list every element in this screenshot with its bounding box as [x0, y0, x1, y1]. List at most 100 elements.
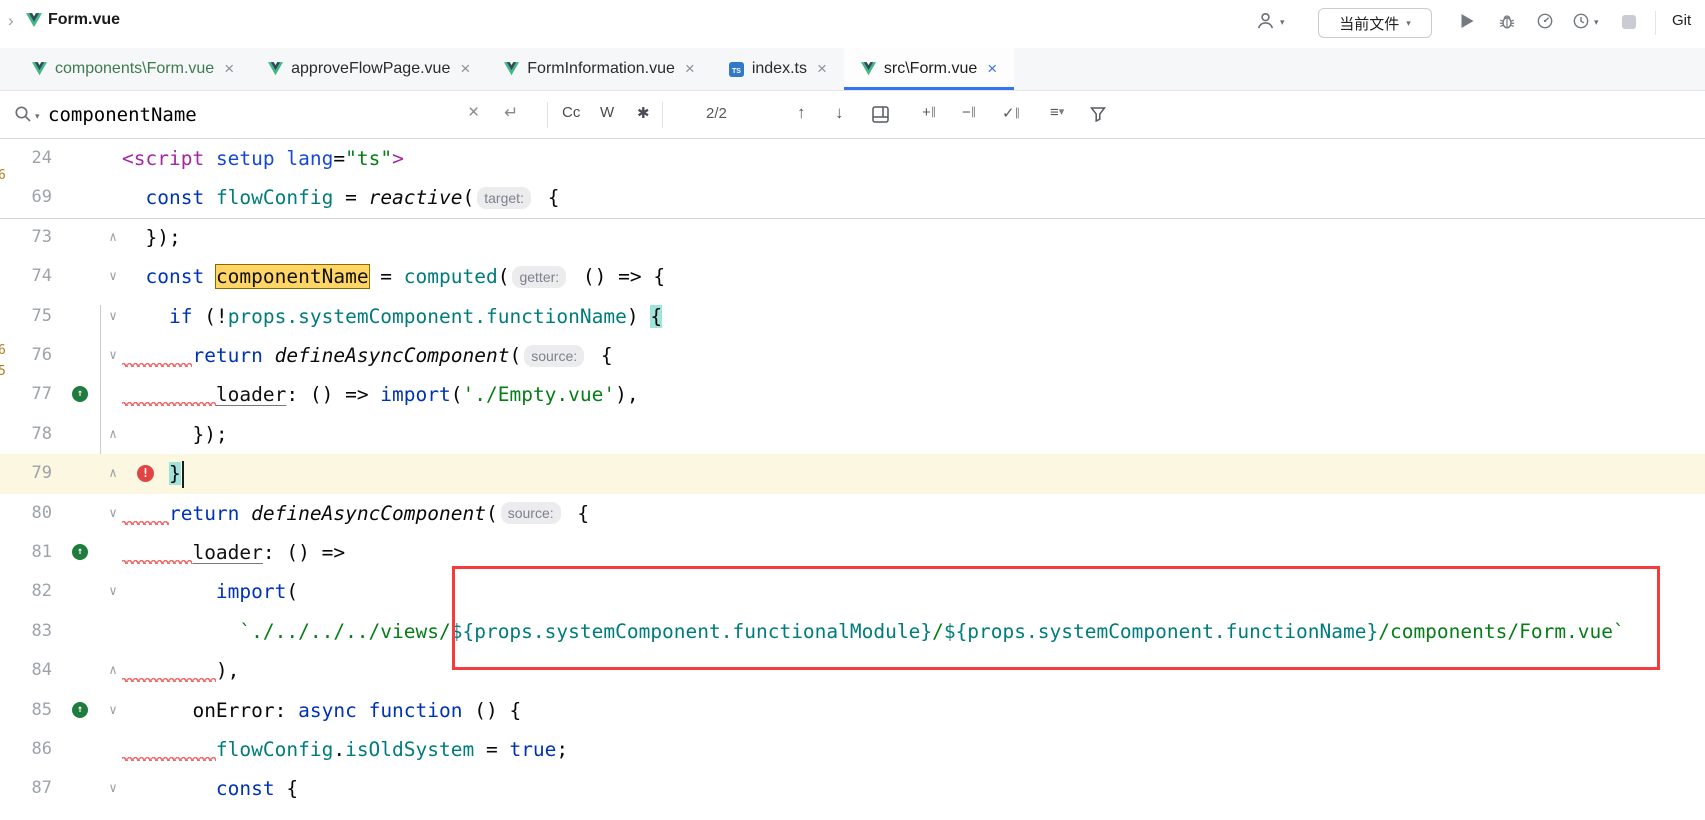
tab-close-icon[interactable]: ×: [685, 59, 695, 79]
tab-close-icon[interactable]: ×: [460, 59, 470, 79]
fold-down-icon[interactable]: ∨: [104, 257, 122, 296]
fold-up-icon[interactable]: ∧: [104, 415, 122, 454]
gutter-green-marker-icon[interactable]: ↑: [72, 386, 88, 402]
fold-down-icon[interactable]: ∨: [104, 494, 122, 533]
whole-words-toggle[interactable]: W: [600, 104, 614, 121]
code-text[interactable]: const componentName = computed(getter: (…: [122, 257, 665, 296]
code-line-88[interactable]: 88 formJson: newJson,: [0, 809, 1705, 820]
run-button[interactable]: [1460, 13, 1475, 34]
code-line-73[interactable]: 73 ∧ });: [0, 218, 1705, 257]
code-line-84[interactable]: 84 ∧ ),: [0, 651, 1705, 690]
code-text[interactable]: import(: [122, 572, 298, 611]
line-number[interactable]: 69: [0, 178, 52, 217]
fold-up-icon[interactable]: ∧: [104, 218, 122, 257]
code-text[interactable]: formJson: newJson,: [122, 809, 451, 820]
tab-close-icon[interactable]: ×: [224, 59, 234, 79]
filter-button[interactable]: [1090, 106, 1106, 127]
editor-tab[interactable]: components\Form.vue×: [15, 48, 251, 90]
stop-button[interactable]: [1622, 15, 1636, 29]
code-text[interactable]: });: [122, 218, 181, 257]
user-dropdown-arrow-icon[interactable]: ▾: [1280, 17, 1285, 28]
code-line-75[interactable]: 75 ∨ if (!props.systemComponent.functionN…: [0, 297, 1705, 336]
fold-down-icon[interactable]: ∨: [104, 297, 122, 336]
code-line-74[interactable]: 74 ∨ const componentName = computed(gette…: [0, 257, 1705, 296]
regex-toggle[interactable]: ✱: [637, 104, 650, 122]
search-input[interactable]: [48, 98, 448, 132]
code-line-85[interactable]: 85 ∨ ↑ onError: async function () {: [0, 691, 1705, 730]
code-text[interactable]: });: [122, 415, 228, 454]
code-line-86[interactable]: 86 flowConfig.isOldSystem = true;: [0, 730, 1705, 769]
code-text[interactable]: }: [122, 454, 184, 493]
profiler-button[interactable]: [1536, 12, 1554, 35]
add-occurrence-button[interactable]: +∥: [922, 104, 936, 121]
code-line-76[interactable]: 76∨ return defineAsyncComponent(source: …: [0, 336, 1705, 375]
previous-match-button[interactable]: ↑: [797, 103, 806, 123]
code-text[interactable]: loader: () =>: [122, 533, 345, 572]
line-number[interactable]: 86: [0, 730, 52, 769]
code-text[interactable]: if (!props.systemComponent.functionName)…: [122, 297, 662, 336]
run-configuration-selector[interactable]: 当前文件 ▾: [1318, 8, 1432, 38]
fold-up-icon[interactable]: ∧: [104, 454, 122, 493]
match-case-toggle[interactable]: Cc: [562, 104, 580, 121]
gutter-green-marker-icon[interactable]: ↑: [72, 544, 88, 560]
editor-tab[interactable]: FormInformation.vue×: [487, 48, 712, 90]
fold-up-icon[interactable]: ∧: [104, 651, 122, 690]
code-text[interactable]: <script setup lang="ts">: [122, 139, 404, 178]
line-number[interactable]: 87: [0, 769, 52, 808]
editor[interactable]: 24<script setup lang="ts">69 const flowC…: [0, 139, 1705, 820]
line-number[interactable]: 73: [0, 218, 52, 257]
git-menu[interactable]: Git: [1672, 12, 1691, 29]
line-number[interactable]: 78: [0, 415, 52, 454]
code-line-24[interactable]: 24<script setup lang="ts">: [0, 139, 1705, 178]
line-number[interactable]: 80: [0, 494, 52, 533]
tab-close-icon[interactable]: ×: [987, 59, 997, 79]
search-history-arrow-icon[interactable]: ▾: [35, 111, 40, 122]
editor-tab[interactable]: src\Form.vue×: [844, 48, 1014, 90]
line-number[interactable]: 74: [0, 257, 52, 296]
code-text[interactable]: `./../../../views/${props.systemComponen…: [122, 612, 1625, 651]
code-line-78[interactable]: 78 ∧ });: [0, 415, 1705, 454]
code-line-87[interactable]: 87 ∨ const {: [0, 769, 1705, 808]
code-text[interactable]: flowConfig.isOldSystem = true;: [122, 730, 568, 769]
code-line-80[interactable]: 80 ∨ return defineAsyncComponent(source: …: [0, 494, 1705, 533]
select-all-occurrences-button[interactable]: ✓∥: [1002, 104, 1020, 122]
code-text[interactable]: return defineAsyncComponent(source: {: [122, 494, 589, 533]
search-options-button[interactable]: ≡▾: [1050, 104, 1064, 121]
clear-search-button[interactable]: ×: [468, 102, 479, 124]
debug-button[interactable]: [1498, 12, 1516, 35]
line-number[interactable]: 84: [0, 651, 52, 690]
code-text[interactable]: return defineAsyncComponent(source: {: [122, 336, 613, 375]
more-run-options-button[interactable]: [1572, 12, 1590, 35]
code-text[interactable]: const {: [122, 769, 298, 808]
fold-down-icon[interactable]: ∨: [104, 691, 122, 730]
code-line-82[interactable]: 82 ∨ import(: [0, 572, 1705, 611]
fold-down-icon[interactable]: ∨: [104, 769, 122, 808]
code-line-79[interactable]: 79∧! }: [0, 454, 1705, 493]
next-match-button[interactable]: ↓: [835, 103, 844, 123]
code-text[interactable]: const flowConfig = reactive(target: {: [122, 178, 559, 217]
line-number[interactable]: 82: [0, 572, 52, 611]
code-text[interactable]: ),: [122, 651, 239, 690]
gutter-green-marker-icon[interactable]: ↑: [72, 702, 88, 718]
line-number[interactable]: 83: [0, 612, 52, 651]
open-results-in-tool-window-button[interactable]: [872, 106, 889, 128]
editor-tab[interactable]: approveFlowPage.vue×: [251, 48, 487, 90]
line-number[interactable]: 85: [0, 691, 52, 730]
search-icon[interactable]: [14, 105, 32, 128]
code-line-83[interactable]: 83 `./../../../views/${props.systemCompo…: [0, 612, 1705, 651]
code-text[interactable]: onError: async function () {: [122, 691, 521, 730]
fold-down-icon[interactable]: ∨: [104, 572, 122, 611]
code-line-81[interactable]: 81 ↑ loader: () =>: [0, 533, 1705, 572]
code-line-77[interactable]: 77 ↑ loader: () => import('./Empty.vue'),: [0, 375, 1705, 414]
user-account-icon[interactable]: [1256, 11, 1275, 35]
fold-down-icon[interactable]: ∨: [104, 336, 122, 375]
newline-button[interactable]: ↵: [504, 103, 518, 123]
line-number[interactable]: 81: [0, 533, 52, 572]
line-number[interactable]: 77: [0, 375, 52, 414]
code-text[interactable]: loader: () => import('./Empty.vue'),: [122, 375, 639, 414]
more-run-dropdown-arrow-icon[interactable]: ▾: [1594, 17, 1599, 28]
tab-close-icon[interactable]: ×: [817, 59, 827, 79]
remove-occurrence-button[interactable]: −∥: [962, 104, 976, 121]
line-number[interactable]: 79: [0, 454, 52, 493]
line-number[interactable]: 75: [0, 297, 52, 336]
